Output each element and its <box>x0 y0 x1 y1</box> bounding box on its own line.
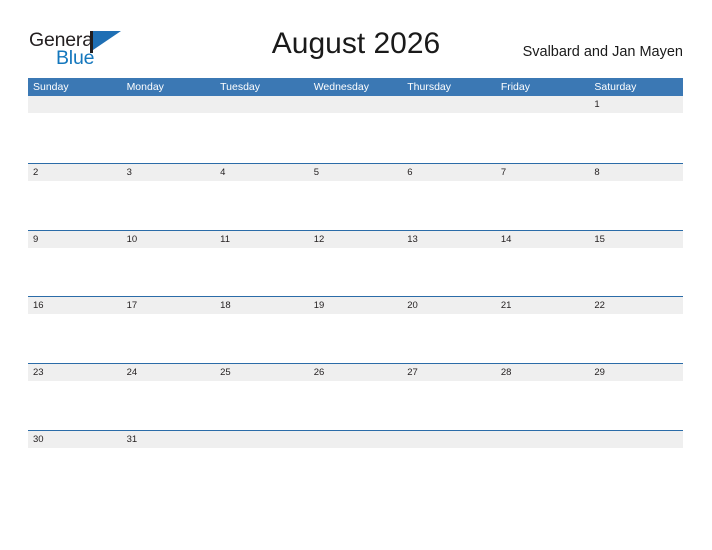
page-header: General Blue August 2026 Svalbard and Ja… <box>0 0 712 78</box>
day-cell[interactable]: 29 <box>589 364 683 381</box>
day-cell[interactable]: 8 <box>589 164 683 181</box>
week-row: 16 17 18 19 20 21 22 <box>28 296 683 363</box>
region-label: Svalbard and Jan Mayen <box>522 44 683 60</box>
day-cell[interactable]: 20 <box>402 297 496 314</box>
day-cell[interactable]: 7 <box>496 164 590 181</box>
day-cell[interactable]: 26 <box>309 364 403 381</box>
week-row: 9 10 11 12 13 14 15 <box>28 229 683 297</box>
day-cell[interactable] <box>28 96 122 113</box>
day-cell[interactable]: 21 <box>496 297 590 314</box>
day-cell[interactable] <box>496 96 590 113</box>
calendar-page: General Blue August 2026 Svalbard and Ja… <box>0 0 712 550</box>
day-cell[interactable]: 15 <box>589 231 683 248</box>
day-cell[interactable]: 12 <box>309 231 403 248</box>
date-number-band: 1 <box>28 96 683 113</box>
day-cell[interactable]: 30 <box>28 431 122 448</box>
day-cell[interactable]: 23 <box>28 364 122 381</box>
day-cell[interactable]: 19 <box>309 297 403 314</box>
day-cell[interactable] <box>309 96 403 113</box>
day-cell[interactable]: 25 <box>215 364 309 381</box>
week-row: 23 24 25 26 27 28 29 <box>28 363 683 430</box>
day-cell[interactable]: 2 <box>28 164 122 181</box>
day-cell[interactable] <box>402 96 496 113</box>
day-cell[interactable]: 4 <box>215 164 309 181</box>
weekday-header-wednesday: Wednesday <box>313 81 369 93</box>
day-cell[interactable]: 18 <box>215 297 309 314</box>
day-cell[interactable] <box>215 431 309 448</box>
week-row: 1 <box>28 96 683 163</box>
date-number-band: 9 10 11 12 13 14 15 <box>28 230 683 248</box>
day-cell[interactable]: 24 <box>122 364 216 381</box>
day-cell[interactable]: 17 <box>122 297 216 314</box>
day-cell[interactable]: 16 <box>28 297 122 314</box>
day-cell[interactable]: 11 <box>215 231 309 248</box>
weekday-header-tuesday: Tuesday <box>220 81 261 93</box>
day-cell[interactable]: 14 <box>496 231 590 248</box>
weekday-header-saturday: Saturday <box>594 81 637 93</box>
day-cell[interactable] <box>215 96 309 113</box>
day-cell[interactable]: 31 <box>122 431 216 448</box>
calendar-grid: Sunday Monday Tuesday Wednesday Thursday… <box>28 78 683 450</box>
date-number-band: 23 24 25 26 27 28 29 <box>28 364 683 382</box>
day-cell[interactable]: 9 <box>28 231 122 248</box>
date-number-band: 30 31 <box>28 430 683 448</box>
day-cell[interactable] <box>309 431 403 448</box>
day-cell[interactable]: 13 <box>402 231 496 248</box>
day-cell[interactable] <box>402 431 496 448</box>
day-cell[interactable] <box>496 431 590 448</box>
weekday-header-row: Sunday Monday Tuesday Wednesday Thursday… <box>28 78 683 96</box>
weekday-header-monday: Monday <box>126 81 164 93</box>
day-cell[interactable]: 28 <box>496 364 590 381</box>
day-cell[interactable] <box>122 96 216 113</box>
week-row: 2 3 4 5 6 7 8 <box>28 162 683 230</box>
day-cell[interactable]: 1 <box>589 96 683 113</box>
weekday-header-friday: Friday <box>500 81 530 93</box>
date-number-band: 16 17 18 19 20 21 22 <box>28 297 683 315</box>
day-cell[interactable]: 22 <box>589 297 683 314</box>
day-cell[interactable]: 27 <box>402 364 496 381</box>
week-row: 30 31 <box>28 429 683 450</box>
day-cell[interactable]: 3 <box>122 164 216 181</box>
day-cell[interactable]: 6 <box>402 164 496 181</box>
day-cell[interactable] <box>589 431 683 448</box>
day-cell[interactable]: 5 <box>309 164 403 181</box>
date-number-band: 2 3 4 5 6 7 8 <box>28 163 683 181</box>
day-cell[interactable]: 10 <box>122 231 216 248</box>
weekday-header-sunday: Sunday <box>33 81 69 93</box>
weekday-header-thursday: Thursday <box>407 81 452 93</box>
